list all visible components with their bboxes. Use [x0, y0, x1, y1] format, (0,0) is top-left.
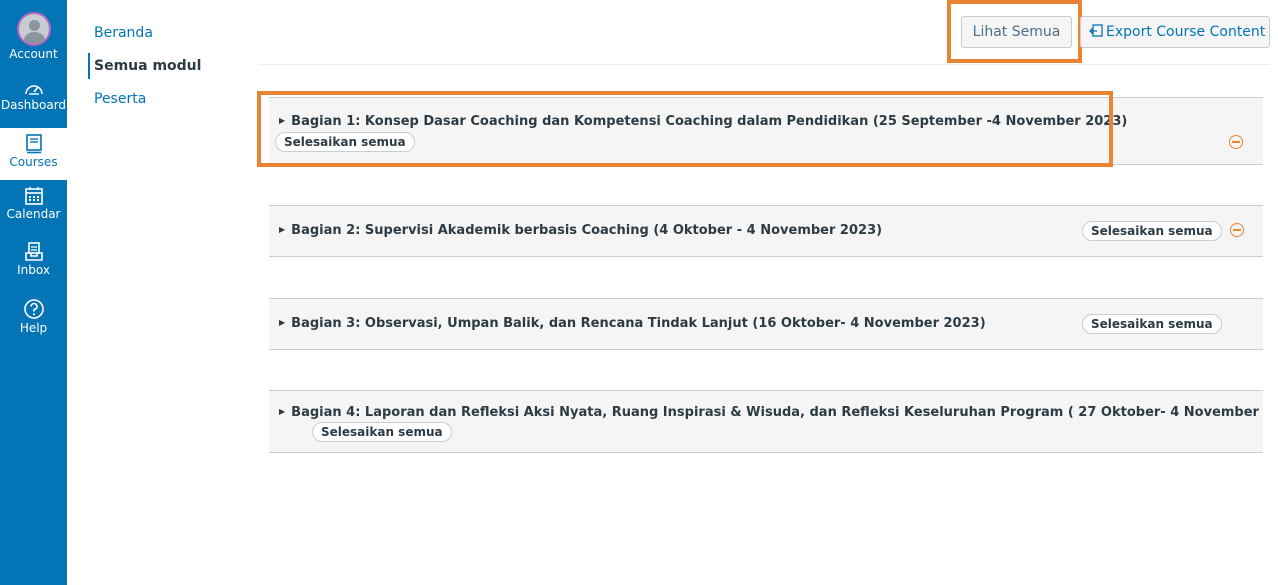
complete-all-button[interactable]: Selesaikan semua	[1082, 314, 1222, 334]
nav-account-label: Account	[9, 47, 58, 61]
avatar	[16, 12, 51, 46]
highlight-module-1	[257, 91, 1113, 167]
module-title-text: Bagian 3: Observasi, Umpan Balik, dan Re…	[291, 316, 986, 331]
complete-all-button[interactable]: Selesaikan semua	[312, 422, 452, 442]
module-3-title[interactable]: ▶ Bagian 3: Observasi, Umpan Balik, dan R…	[279, 316, 986, 331]
global-navigation: Account Dashboard Courses Calendar Inbox…	[0, 0, 67, 585]
module-header-2[interactable]: ▶ Bagian 2: Supervisi Akademik berbasis C…	[269, 205, 1263, 257]
nav-courses[interactable]: Courses	[0, 128, 67, 180]
complete-all-button[interactable]: Selesaikan semua	[1082, 221, 1222, 241]
nav-courses-label: Courses	[9, 155, 58, 169]
module-title-text: Bagian 2: Supervisi Akademik berbasis Co…	[291, 223, 883, 238]
minus-circle-icon	[1230, 223, 1244, 237]
export-icon	[1089, 24, 1103, 37]
calendar-icon	[24, 187, 43, 205]
nav-help-label: Help	[19, 321, 48, 335]
nav-dashboard[interactable]: Dashboard	[0, 80, 67, 112]
module-header-4[interactable]: ▶ Bagian 4: Laporan dan Refleksi Aksi Nya…	[269, 390, 1264, 453]
nav-help[interactable]: Help	[0, 298, 67, 335]
inbox-icon	[24, 242, 43, 261]
nav-calendar[interactable]: Calendar	[0, 186, 67, 221]
module-header-3[interactable]: ▶ Bagian 3: Observasi, Umpan Balik, dan R…	[269, 298, 1263, 350]
caret-right-icon: ▶	[279, 225, 286, 234]
module-4-title[interactable]: ▶ Bagian 4: Laporan dan Refleksi Aksi Nya…	[279, 405, 1264, 420]
header-divider	[259, 64, 1270, 65]
caret-right-icon: ▶	[279, 407, 286, 416]
nav-account[interactable]: Account	[0, 12, 67, 61]
course-navigation: Beranda Semua modul Peserta	[88, 20, 201, 119]
minus-circle-icon	[1229, 135, 1243, 149]
nav-dashboard-label: Dashboard	[0, 98, 67, 112]
help-icon	[23, 299, 44, 319]
nav-inbox[interactable]: Inbox	[0, 242, 67, 277]
export-label: Export Course Content	[1106, 24, 1266, 40]
highlight-view-all	[947, 0, 1082, 63]
export-course-content-button[interactable]: Export Course Content	[1080, 16, 1270, 48]
book-icon	[25, 134, 42, 154]
caret-right-icon: ▶	[279, 318, 286, 327]
nav-calendar-label: Calendar	[6, 207, 61, 221]
module-title-text: Bagian 4: Laporan dan Refleksi Aksi Nyat…	[291, 405, 1264, 420]
course-nav-semua-modul[interactable]: Semua modul	[88, 53, 201, 79]
nav-inbox-label: Inbox	[17, 263, 50, 277]
module-2-title[interactable]: ▶ Bagian 2: Supervisi Akademik berbasis C…	[279, 223, 882, 238]
course-nav-peserta[interactable]: Peserta	[88, 86, 201, 112]
dashboard-icon	[24, 85, 43, 95]
course-nav-beranda[interactable]: Beranda	[88, 20, 201, 46]
